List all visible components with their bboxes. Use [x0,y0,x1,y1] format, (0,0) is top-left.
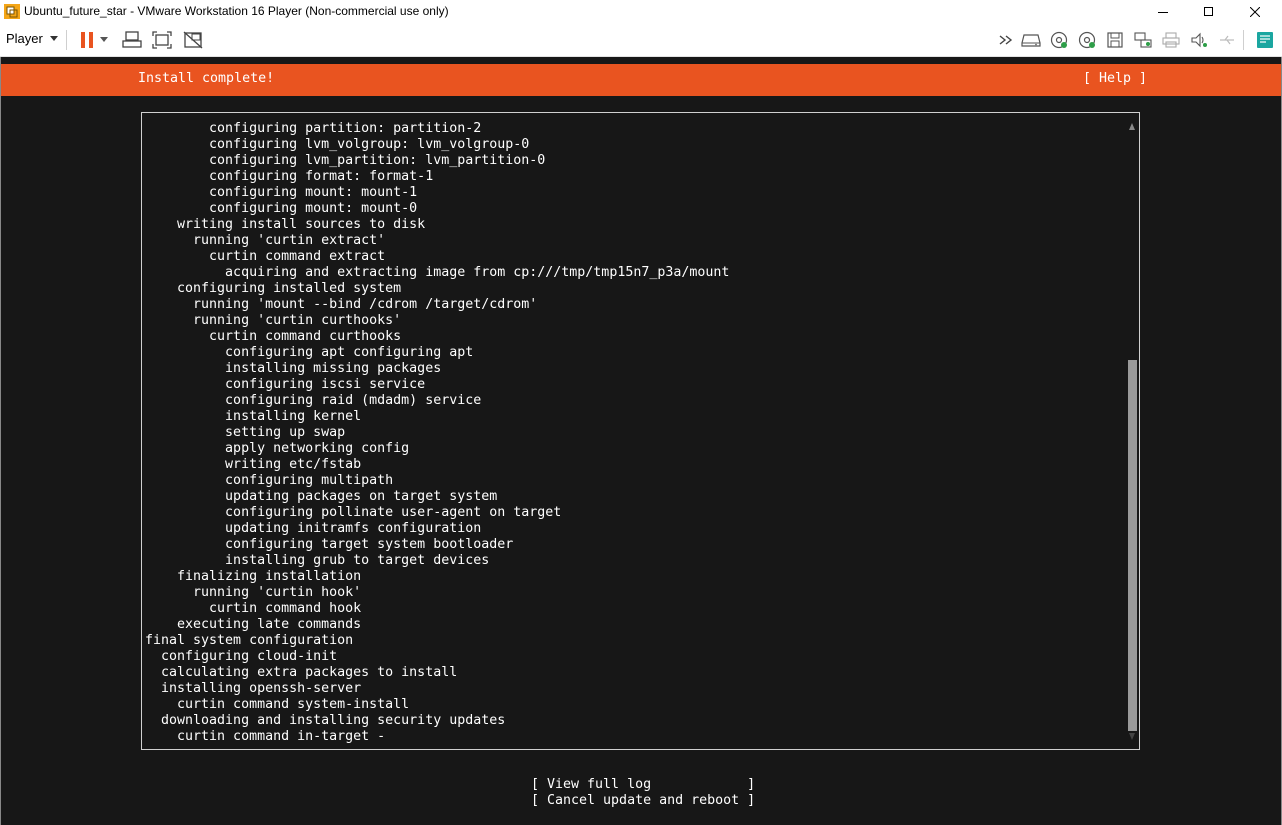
console-border [0,57,1,825]
cancel-update-reboot-button[interactable]: [ Cancel update and reboot ] [531,793,755,809]
log-line: configuring pollinate user-agent on targ… [145,505,562,520]
log-line: final system configuration [145,633,354,648]
log-line: configuring lvm_volgroup: lvm_volgroup-0 [145,137,530,152]
toolbar-divider [66,30,67,50]
log-line: curtin command in-target - [145,729,386,744]
log-line: configuring mount: mount-0 [145,201,418,216]
fit-guest-icon[interactable] [151,29,173,51]
log-line: installing openssh-server [145,681,362,696]
log-line: finalizing installation [145,569,362,584]
log-line: configuring lvm_partition: lvm_partition… [145,153,546,168]
cd-dvd-2-icon[interactable] [1076,29,1098,51]
installer-header: Install complete! [ Help ] [1,64,1281,96]
log-line: running 'mount --bind /cdrom /target/cdr… [145,297,538,312]
log-line: configuring cloud-init [145,649,338,664]
log-line: configuring installed system [145,281,402,296]
log-line: curtin command curthooks [145,329,402,344]
cd-dvd-icon[interactable] [1048,29,1070,51]
log-line: calculating extra packages to install [145,665,458,680]
log-line: running 'curtin hook' [145,585,362,600]
vm-console[interactable]: Install complete! [ Help ] configuring p… [0,57,1282,825]
log-line: curtin command system-install [145,697,410,712]
window-title: Ubuntu_future_star - VMware Workstation … [24,4,449,18]
log-line: acquiring and extracting image from cp:/… [145,265,730,280]
unity-mode-icon[interactable] [182,29,204,51]
chevron-down-icon [49,36,58,41]
close-button[interactable] [1232,0,1278,23]
log-line: updating initramfs configuration [145,521,482,536]
dropdown-caret-icon[interactable] [97,29,111,51]
log-line: setting up swap [145,425,346,440]
log-line: running 'curtin curthooks' [145,313,402,328]
usb-icon[interactable] [1216,29,1238,51]
log-line: installing missing packages [145,361,442,376]
more-devices-icon[interactable] [995,29,1017,51]
log-line: configuring partition: partition-2 [145,121,482,136]
log-line: configuring iscsi service [145,377,426,392]
minimize-button[interactable] [1140,0,1186,23]
log-line: apply networking config [145,441,410,456]
installer-title: Install complete! [138,71,275,86]
log-line: curtin command hook [145,601,362,616]
log-line: curtin command extract [145,249,386,264]
log-line: configuring target system bootloader [145,537,514,552]
toolbar-divider [1243,30,1244,50]
help-button[interactable]: [ Help ] [1083,71,1147,86]
log-line: configuring mount: mount-1 [145,185,418,200]
log-line: configuring format: format-1 [145,169,434,184]
log-line: writing install sources to disk [145,217,426,232]
log-line: configuring raid (mdadm) service [145,393,482,408]
pause-icon[interactable] [76,29,98,51]
network-adapter-icon[interactable] [1132,29,1154,51]
send-ctrl-alt-del-icon[interactable] [121,29,143,51]
player-menu-label: Player [6,31,43,46]
scrollbar-thumb[interactable] [1128,360,1137,731]
player-toolbar: Player [0,23,1282,57]
scroll-up-arrow-icon[interactable] [1129,123,1135,130]
printer-icon[interactable] [1160,29,1182,51]
floppy-icon[interactable] [1104,29,1126,51]
install-log-panel: configuring partition: partition-2 confi… [141,112,1140,750]
log-line: updating packages on target system [145,489,498,504]
install-log-lines: configuring partition: partition-2 confi… [145,121,729,745]
scroll-down-arrow-icon[interactable] [1129,733,1135,740]
view-full-log-button[interactable]: [ View full log ] [531,777,755,793]
log-line: executing late commands [145,617,362,632]
log-line: downloading and installing security upda… [145,713,506,728]
window-titlebar: Ubuntu_future_star - VMware Workstation … [0,0,1282,23]
sound-card-icon[interactable] [1188,29,1210,51]
message-log-icon[interactable] [1254,29,1276,51]
log-line: installing grub to target devices [145,553,490,568]
log-line: installing kernel [145,409,362,424]
maximize-button[interactable] [1186,0,1232,23]
log-line: writing etc/fstab [145,457,362,472]
log-line: configuring multipath [145,473,394,488]
log-line: configuring apt configuring apt [145,345,474,360]
hard-disk-icon[interactable] [1020,29,1042,51]
log-line: running 'curtin extract' [145,233,386,248]
vmware-app-icon [4,4,20,19]
player-menu[interactable]: Player [6,31,58,46]
